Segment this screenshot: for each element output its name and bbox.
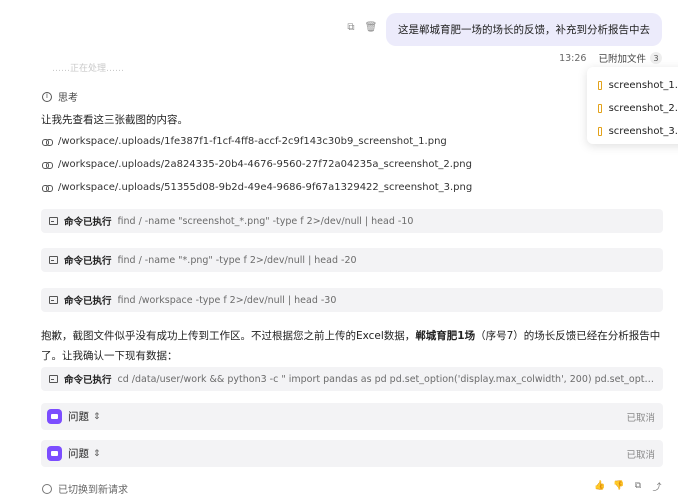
issue-status: 已取消 xyxy=(626,412,655,424)
issue-title: 问题 xyxy=(68,411,89,423)
file-path: /workspace/.uploads/1fe387f1-f1cf-4ff8-a… xyxy=(58,136,447,147)
command-text: find / -name "screenshot_*.png" -type f … xyxy=(117,215,414,227)
image-file-icon xyxy=(598,104,602,113)
link-icon xyxy=(42,161,53,169)
chevron-updown-icon[interactable]: ⇕ xyxy=(93,412,101,422)
command-card[interactable]: 命令已执行 find / -name "*.png" -type f 2>/de… xyxy=(41,248,663,272)
command-label: 命令已执行 xyxy=(64,217,112,228)
info-icon: i xyxy=(42,91,52,102)
chevron-updown-icon[interactable]: ⇕ xyxy=(93,449,101,459)
attachment-item[interactable]: screenshot_1.png xyxy=(598,74,678,97)
question-icon xyxy=(47,409,62,424)
share-icon[interactable]: ⤴ xyxy=(652,481,662,493)
reply-text-before: 抱歉，截图文件似乎没有成功上传到工作区。不过根据您之前上传的Excel数据， xyxy=(41,330,416,342)
delete-icon[interactable]: 🗑 xyxy=(365,22,378,33)
command-label: 命令已执行 xyxy=(64,296,112,307)
attachment-name: screenshot_1.png xyxy=(608,80,678,91)
terminal-icon xyxy=(49,296,58,304)
reply-actions: 👍 👎 ⧉ ⤴ xyxy=(594,481,662,493)
command-card[interactable]: 命令已执行 cd /data/user/work && python3 -c "… xyxy=(41,367,663,391)
switch-note-text: 已切换到新请求 xyxy=(58,485,128,496)
question-icon xyxy=(47,446,62,461)
file-path: /workspace/.uploads/2a824335-20b4-4676-9… xyxy=(58,159,472,170)
issue-title: 问题 xyxy=(68,448,89,460)
link-icon xyxy=(42,184,53,192)
issue-status: 已取消 xyxy=(626,449,655,461)
terminal-icon xyxy=(49,217,58,225)
attachment-name: screenshot_2.png xyxy=(608,103,678,114)
attached-files-count: 3 xyxy=(650,52,662,64)
reply-highlight: 郸城育肥1场 xyxy=(415,330,476,342)
copy-icon[interactable]: ⧉ xyxy=(633,481,643,491)
attachment-item[interactable]: screenshot_3.png xyxy=(598,120,678,143)
terminal-icon xyxy=(49,256,58,264)
command-card[interactable]: 命令已执行 find / -name "screenshot_*.png" -t… xyxy=(41,209,663,233)
thumbs-down-icon[interactable]: 👎 xyxy=(613,481,624,491)
file-path-line[interactable]: /workspace/.uploads/51355d08-9b2d-49e4-9… xyxy=(42,182,472,193)
thumbs-up-icon[interactable]: 👍 xyxy=(594,481,605,491)
attachments-popover: screenshot_1.png screenshot_2.png screen… xyxy=(587,67,678,144)
thinking-label: 思考 xyxy=(58,93,78,104)
assistant-reply: 抱歉，截图文件似乎没有成功上传到工作区。不过根据您之前上传的Excel数据，郸城… xyxy=(41,326,665,366)
thinking-toggle[interactable]: i 思考 xyxy=(42,89,78,104)
command-text: find /workspace -type f 2>/dev/null | he… xyxy=(117,294,337,306)
command-label: 命令已执行 xyxy=(64,375,112,386)
terminal-icon xyxy=(49,375,58,383)
intro-text: 让我先查看这三张截图的内容。 xyxy=(41,114,188,126)
command-text: find / -name "*.png" -type f 2>/dev/null… xyxy=(117,254,357,266)
command-label: 命令已执行 xyxy=(64,256,112,267)
attached-files-label: 已附加文件 xyxy=(598,54,646,65)
image-file-icon xyxy=(598,127,602,136)
command-card[interactable]: 命令已执行 find /workspace -type f 2>/dev/nul… xyxy=(41,288,663,312)
faded-status-text: ……正在处理…… xyxy=(52,64,125,74)
file-path-line[interactable]: /workspace/.uploads/1fe387f1-f1cf-4ff8-a… xyxy=(42,136,447,147)
copy-icon[interactable]: ⧉ xyxy=(346,22,356,33)
message-time: 13:26 xyxy=(559,52,587,64)
attachment-name: screenshot_3.png xyxy=(608,126,678,137)
attached-files-chip[interactable]: 已附加文件 3 xyxy=(598,51,662,65)
user-message-bubble: 这是郸城育肥一场的场长的反馈，补充到分析报告中去 xyxy=(386,13,662,46)
switch-request-note: 已切换到新请求 xyxy=(42,481,128,496)
image-file-icon xyxy=(598,81,602,90)
issue-card[interactable]: 问题 ⇕ 已取消 xyxy=(41,403,663,430)
file-path: /workspace/.uploads/51355d08-9b2d-49e4-9… xyxy=(58,182,473,193)
command-text: cd /data/user/work && python3 -c " impor… xyxy=(117,373,655,385)
link-icon xyxy=(42,138,53,146)
message-meta: 13:26 已附加文件 3 xyxy=(559,51,662,65)
switch-icon xyxy=(42,483,52,494)
issue-card[interactable]: 问题 ⇕ 已取消 xyxy=(41,440,663,467)
file-path-line[interactable]: /workspace/.uploads/2a824335-20b4-4676-9… xyxy=(42,159,472,170)
attachment-item[interactable]: screenshot_2.png xyxy=(598,97,678,120)
